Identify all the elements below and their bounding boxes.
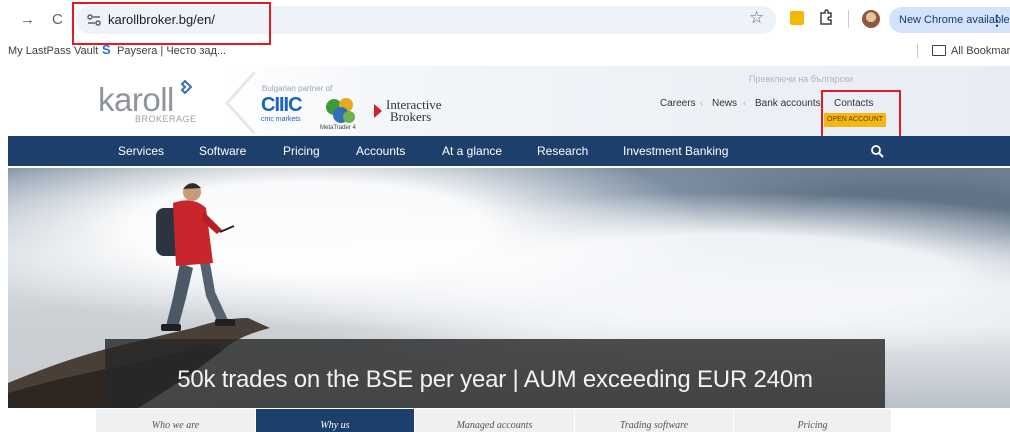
nav-software[interactable]: Software [199,136,246,166]
cmc-markets-logo[interactable]: CIIIC cmc markets [261,94,311,124]
bookmark-star-icon[interactable]: ☆ [749,8,764,28]
bank-accounts-link[interactable]: Bank accounts [755,98,821,110]
ib-logo-line2: Brokers [390,109,432,124]
bookmark-paysera[interactable]: Paysera | Често зад... [117,44,226,58]
metatrader-label-text: MetaTrader 4 [320,125,356,131]
subtab-why-us[interactable]: Why us [256,409,415,432]
cmc-logo-text: CIIIC [261,94,303,116]
main-navigation: Services Software Pricing Accounts At a … [8,136,1010,166]
lastpass-extension-icon[interactable] [790,11,804,25]
karoll-logo-mark-icon [180,80,192,94]
interactive-brokers-logo[interactable]: Interactive Brokers [372,98,452,124]
profile-avatar[interactable] [862,10,880,28]
nav-pricing[interactable]: Pricing [283,136,320,166]
reload-button[interactable]: C [52,10,63,30]
all-bookmarks-link[interactable]: All Bookmarks [951,44,1010,58]
partner-label: Bulgarian partner of [262,84,333,93]
folder-icon [932,45,946,56]
nav-at-a-glance[interactable]: At a glance [442,136,502,166]
nav-research[interactable]: Research [537,136,588,166]
header-chevron-decoration [225,72,255,134]
subtab-trading-software[interactable]: Trading software [575,409,734,432]
nav-accounts[interactable]: Accounts [356,136,405,166]
news-link[interactable]: News [712,98,737,110]
subtab-who-we-are[interactable]: Who we are [96,409,256,432]
language-switch-link[interactable]: Превключи на български [749,74,853,84]
hero-caption-bar: 50k trades on the BSE per year | AUM exc… [105,339,885,408]
bookmarks-divider [917,44,918,58]
logo-subtitle: BROKERAGE [135,114,197,124]
url-highlight-box [72,2,271,45]
careers-link[interactable]: Careers [660,98,696,110]
search-icon[interactable] [870,144,884,158]
link-separator: ‹ [743,98,747,109]
interactive-brokers-mark-icon [374,104,382,118]
paysera-favicon-icon: S [102,42,111,57]
link-separator: ‹ [700,98,704,109]
hero-banner: 50k trades on the BSE per year | AUM exc… [8,168,1010,408]
hero-caption: 50k trades on the BSE per year | AUM exc… [177,366,813,393]
nav-investment-banking[interactable]: Investment Banking [623,136,728,166]
metatrader-label: MetaTrader 4 [320,125,356,131]
extensions-puzzle-icon[interactable] [818,9,834,27]
bookmark-lastpass-vault[interactable]: My LastPass Vault [8,44,98,58]
forward-button[interactable]: → [20,10,35,30]
new-chrome-available-button[interactable]: New Chrome available ⋮ [889,7,1010,33]
toolbar-divider [848,10,849,28]
chrome-menu-icon[interactable]: ⋮ [990,7,1004,33]
nav-services[interactable]: Services [118,136,164,166]
subtabs-bar: Who we are Why us Managed accounts Tradi… [96,409,892,432]
subtab-managed-accounts[interactable]: Managed accounts [415,409,575,432]
subtab-pricing[interactable]: Pricing [734,409,892,432]
karoll-logo[interactable]: karoll [98,83,174,117]
cmc-logo-subtext: cmc markets [261,116,301,123]
